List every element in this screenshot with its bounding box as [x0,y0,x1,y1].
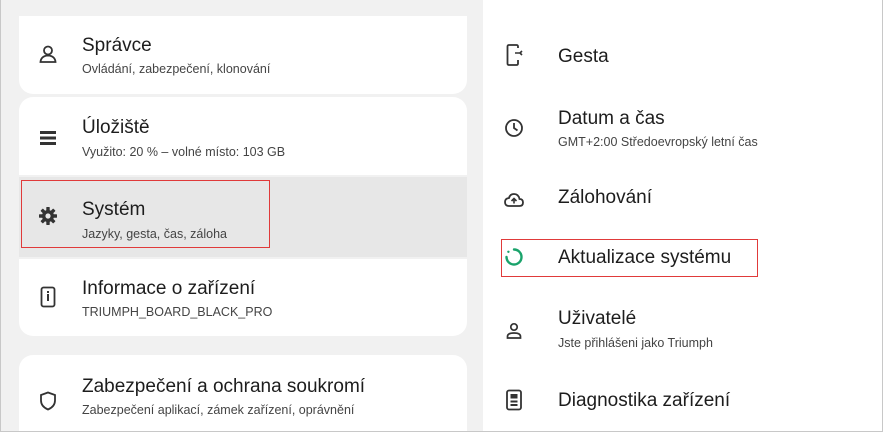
device-info-icon [37,286,59,308]
clock-icon [503,117,525,139]
setting-users[interactable]: Uživatelé Jste přihlášeni jako Triumph [483,298,882,362]
settings-window: Správce Ovládání, zabezpečení, klonování… [0,0,883,432]
diagnostics-icon [503,389,525,411]
category-title: Správce [82,35,152,56]
gear-icon [37,205,59,227]
category-subtitle: TRIUMPH_BOARD_BLACK_PRO [82,305,273,319]
setting-device-diagnostics[interactable]: Diagnostika zařízení [483,370,882,430]
category-system[interactable]: Systém Jazyky, gesta, čas, záloha [19,177,467,257]
setting-gestures[interactable]: Gesta [483,24,882,88]
system-settings-pane: Gesta Datum a čas GMT+2:00 Středoevropsk… [483,0,882,431]
gesture-icon [503,44,525,66]
setting-date-time[interactable]: Datum a čas GMT+2:00 Středoevropský letn… [483,98,882,162]
setting-backup[interactable]: Zálohování [483,170,882,230]
category-admin[interactable]: Správce Ovládání, zabezpečení, klonování [19,16,467,94]
category-subtitle: Jazyky, gesta, čas, záloha [82,227,227,241]
setting-title: Gesta [558,46,609,67]
setting-title: Zálohování [558,187,653,208]
category-title: Úložiště [82,117,150,138]
category-title: Systém [82,199,146,220]
settings-category-pane: Správce Ovládání, zabezpečení, klonování… [1,0,483,431]
category-device-info[interactable]: Informace o zařízení TRIUMPH_BOARD_BLACK… [19,259,467,336]
cloud-upload-icon [503,189,525,211]
setting-title: Uživatelé [558,308,637,329]
user-icon [503,320,525,342]
setting-title: Datum a čas [558,108,665,129]
admin-icon [37,43,59,65]
category-subtitle: Ovládání, zabezpečení, klonování [82,62,271,76]
shield-icon [37,390,59,412]
setting-subtitle: GMT+2:00 Středoevropský letní čas [558,135,758,149]
storage-icon [37,127,59,149]
setting-title: Aktualizace systému [558,247,732,268]
setting-title: Diagnostika zařízení [558,390,731,411]
category-subtitle: Zabezpečení aplikací, zámek zařízení, op… [82,403,355,417]
category-subtitle: Využito: 20 % – volné místo: 103 GB [82,145,286,159]
category-storage[interactable]: Úložiště Využito: 20 % – volné místo: 10… [19,97,467,175]
system-update-icon [503,246,525,268]
category-title: Informace o zařízení [82,278,256,299]
category-title: Zabezpečení a ochrana soukromí [82,376,366,397]
setting-system-update[interactable]: Aktualizace systému [483,233,882,285]
setting-subtitle: Jste přihlášeni jako Triumph [558,336,713,350]
category-security-privacy[interactable]: Zabezpečení a ochrana soukromí Zabezpeče… [19,355,467,431]
